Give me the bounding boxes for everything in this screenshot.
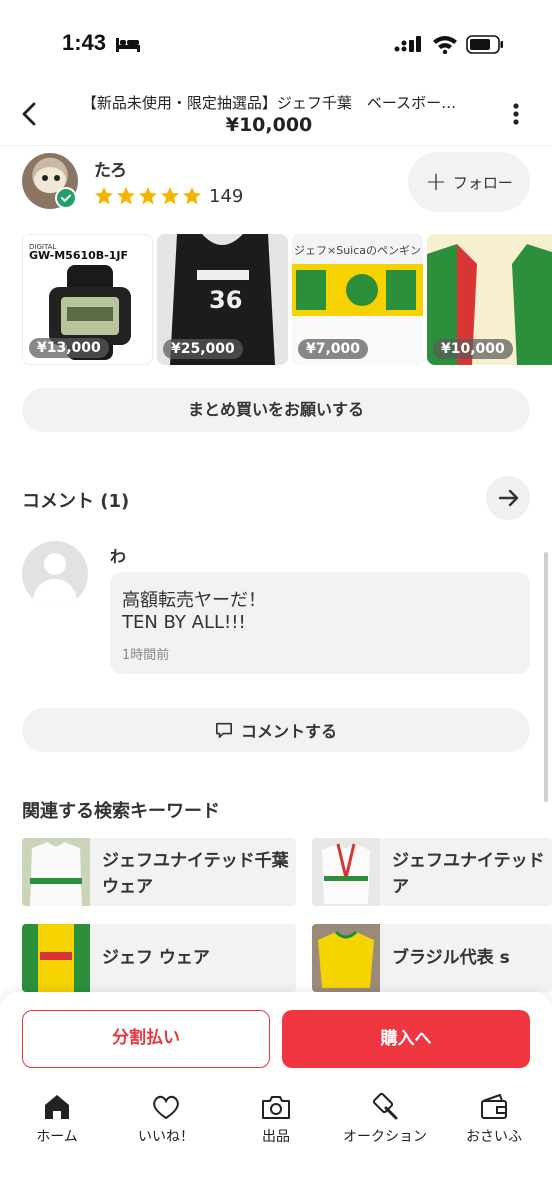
follow-label: フォロー [452,173,513,192]
heart-icon [153,1095,179,1120]
status-bar: 1:43 [0,0,552,90]
camera-icon [262,1096,290,1119]
comment-bubble: 高額転売ヤーだ！ TEN BY ALL!!! 1時間前 [110,572,530,674]
keyword-label: ブラジル代表 s [392,948,510,968]
keyword-thumbnail [312,924,380,992]
wallet-icon [481,1094,507,1119]
seller-name[interactable]: たろ [94,156,127,181]
cellular-signal-icon [394,36,421,52]
status-time: 1:43 [62,30,107,55]
keyword-thumbnail [312,838,380,906]
star-icon [161,187,179,205]
home-icon [45,1095,69,1119]
seller-rating-stars [94,186,202,208]
product-card[interactable]: ¥10,000 [427,234,552,365]
plus-icon: + [425,167,447,197]
tab-label: オークション [343,1129,427,1145]
wifi-icon [433,36,457,54]
rating-count: 149 [209,186,244,207]
comment-text: 高額転売ヤーだ！ [122,590,266,611]
product-card[interactable]: 36 ¥25,000 [157,234,288,365]
item-title: 【新品未使用・限定抽選品】ジェフ千葉 ベースボー… [81,94,457,112]
product-label: 36 [209,286,243,314]
purchase-button[interactable]: 購入へ [282,1010,530,1068]
verified-check-icon [55,187,77,209]
star-icon [183,187,201,205]
gavel-icon [372,1092,398,1120]
product-price: ¥7,000 [298,339,369,359]
tab-wallet[interactable]: おさいふ [444,1092,544,1146]
write-comment-label: コメントする [240,722,337,741]
keyword-chip[interactable]: ジェフユナイテッド千葉 ウェア [22,838,296,906]
comment-bubble-icon [215,722,232,739]
keyword-chip[interactable]: ブラジル代表 s [312,924,552,992]
tab-label: 出品 [262,1129,290,1145]
keyword-label: ジェフユナイテッド ウェア [392,851,552,897]
bulk-buy-request-button[interactable]: まとめ買いをお願いする [22,388,530,432]
scrollbar[interactable] [544,552,548,802]
comment-text: TEN BY ALL!!! [122,612,246,633]
sleep-bed-icon [116,38,140,52]
battery-icon [466,35,503,54]
keyword-thumbnail [22,838,90,906]
item-price: ¥10,000 [225,114,313,136]
star-icon [139,187,157,205]
tab-label: ホーム [36,1129,78,1145]
commenter-avatar[interactable] [22,541,88,607]
keyword-label: ジェフ ウェア [102,948,210,968]
tab-label: いいね！ [138,1129,194,1145]
tab-sell[interactable]: 出品 [226,1092,326,1146]
product-label: ジェフ×Suicaのペンギン [294,244,422,257]
commenter-name[interactable]: わ [110,543,126,567]
tab-auction[interactable]: オークション [335,1092,435,1146]
star-icon [117,187,135,205]
back-arrow-icon[interactable] [14,96,44,132]
keyword-label: ジェフユナイテッド千葉 ウェア [102,851,289,897]
tab-home[interactable]: ホーム [7,1092,107,1146]
tab-likes[interactable]: いいね！ [116,1092,216,1146]
keyword-chip[interactable]: ジェフ ウェア [22,924,296,992]
bottom-panel: 分割払い 購入へ ホーム いいね！ 出品 オークション おさいふ [0,992,552,1200]
seller-products-carousel[interactable]: DIGITAL GW-M5610B-1JF ¥13,000 36 ¥25,000… [22,234,552,366]
write-comment-button[interactable]: コメントする [22,708,530,752]
tab-label: おさいふ [466,1129,522,1145]
item-header: 【新品未使用・限定抽選品】ジェフ千葉 ベースボー… ¥10,000 [0,82,552,146]
more-options-icon[interactable] [504,100,528,128]
product-card[interactable]: DIGITAL GW-M5610B-1JF ¥13,000 [22,234,153,365]
comments-heading: コメント (1) [22,491,130,512]
follow-button[interactable]: + フォロー [408,152,530,212]
related-keywords-heading: 関連する検索キーワード [22,801,220,822]
product-price: ¥13,000 [29,338,109,358]
keyword-thumbnail [22,924,90,992]
product-card[interactable]: ジェフ×Suicaのペンギン ¥7,000 [292,234,423,365]
keyword-chip[interactable]: ジェフユナイテッド ウェア [312,838,552,906]
arrow-right-icon[interactable] [486,476,530,520]
comment-time: 1時間前 [122,648,170,663]
product-price: ¥10,000 [433,339,513,359]
star-icon [95,187,113,205]
product-price: ¥25,000 [163,339,243,359]
split-payment-button[interactable]: 分割払い [22,1010,270,1068]
